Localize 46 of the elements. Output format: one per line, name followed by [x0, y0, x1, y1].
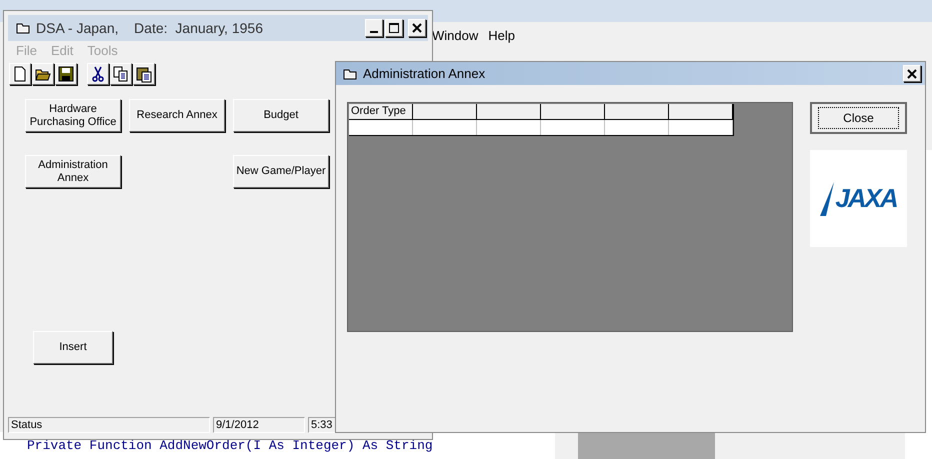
toolbar-button[interactable]	[110, 63, 132, 85]
toolbar-button[interactable]	[55, 63, 77, 85]
column-header[interactable]	[413, 104, 477, 120]
toolbar-button[interactable]	[133, 63, 155, 85]
window-title: Administration Annex	[363, 64, 486, 83]
menu-item[interactable]: Help	[488, 26, 515, 46]
minimize-button[interactable]	[365, 19, 383, 37]
logo-text: JAXA	[835, 182, 897, 215]
paste-icon	[135, 65, 153, 83]
window-icon	[343, 68, 357, 80]
close-button[interactable]	[903, 65, 921, 82]
maximize-button[interactable]	[385, 19, 403, 37]
close-button[interactable]: Close	[810, 102, 907, 134]
copy-icon	[112, 65, 130, 83]
command-button[interactable]: Insert	[33, 331, 113, 364]
column-header[interactable]	[669, 104, 733, 120]
table-cell	[477, 120, 541, 135]
table-cell	[349, 120, 413, 135]
column-header[interactable]: Order Type	[349, 104, 413, 120]
window-title: DSA - Japan, Date: January, 1956	[36, 18, 263, 38]
close-icon	[907, 68, 917, 78]
maximize-icon	[389, 23, 399, 33]
minimize-icon	[370, 31, 378, 33]
column-header[interactable]	[605, 104, 669, 120]
column-header[interactable]	[477, 104, 541, 120]
table-cell	[413, 120, 477, 135]
close-button[interactable]	[408, 19, 426, 37]
table-cell	[605, 120, 669, 135]
command-button[interactable]: Research Annex	[129, 99, 225, 132]
menu-item[interactable]: Window	[432, 26, 478, 46]
code-line: Private Function AddNewOrder(I As Integer) As String	[27, 438, 433, 453]
command-button[interactable]: Administration Annex	[25, 155, 121, 188]
command-button[interactable]: Budget	[233, 99, 329, 132]
save-icon	[57, 65, 75, 83]
toolbar-button[interactable]	[32, 63, 54, 85]
status-panel: 9/1/2012	[213, 417, 305, 433]
status-panel: Status	[8, 417, 210, 433]
toolbar-button[interactable]	[87, 63, 109, 85]
close-icon	[412, 23, 422, 33]
command-button[interactable]: New Game/Player	[233, 155, 329, 188]
table-cell	[541, 120, 605, 135]
table-cell	[669, 120, 733, 135]
command-button[interactable]: Hardware Purchasing Office	[25, 99, 121, 132]
column-header[interactable]	[541, 104, 605, 120]
toolbar-button[interactable]	[9, 63, 31, 85]
swoosh-icon	[820, 182, 834, 216]
